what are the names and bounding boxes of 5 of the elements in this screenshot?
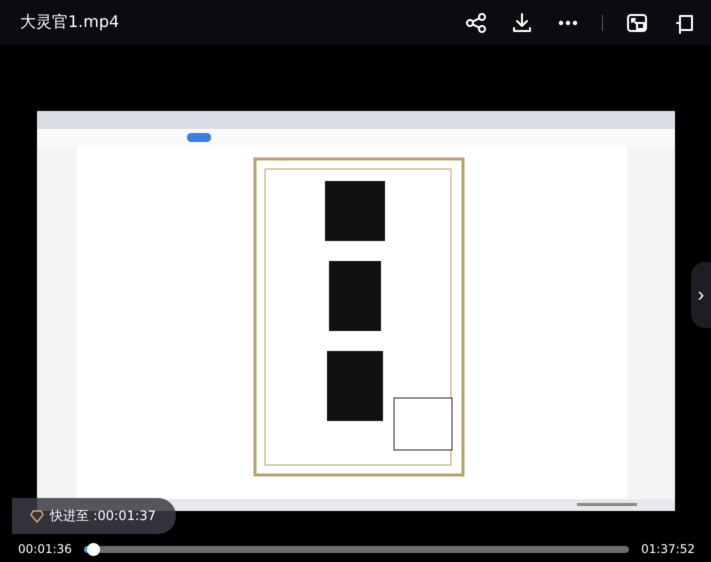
video-title: 大灵官1.mp4 bbox=[20, 12, 120, 33]
seek-text: 快进至 :00:01:37 bbox=[50, 508, 156, 525]
total-time: 01:37:52 bbox=[641, 542, 695, 556]
next-button[interactable]: › bbox=[691, 262, 711, 328]
current-time: 00:01:36 bbox=[18, 542, 72, 556]
